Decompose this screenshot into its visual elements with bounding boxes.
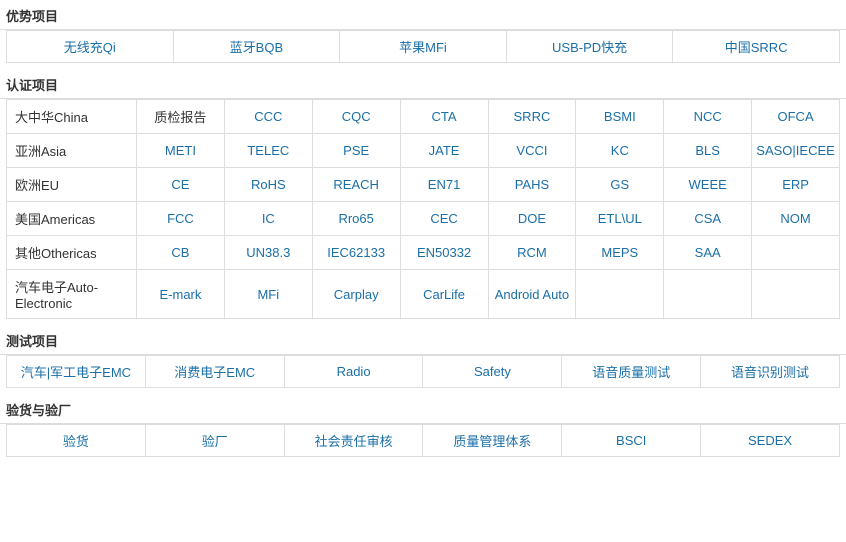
cert-item: SRRC	[489, 100, 577, 133]
cert-item	[752, 236, 839, 269]
advantage-item: 无线充Qi	[7, 31, 174, 62]
inspection-item: 质量管理体系	[423, 425, 562, 456]
cert-item: Rro65	[313, 202, 401, 235]
cert-item: RoHS	[225, 168, 313, 201]
cert-item: FCC	[137, 202, 225, 235]
cert-item: WEEE	[664, 168, 752, 201]
cert-item: CB	[137, 236, 225, 269]
cert-row: 欧洲EUCERoHSREACHEN71PAHSGSWEEEERP	[7, 168, 839, 202]
cert-item: VCCI	[489, 134, 577, 167]
cert-item: OFCA	[752, 100, 839, 133]
cert-item: RCM	[489, 236, 577, 269]
cert-item: NCC	[664, 100, 752, 133]
testing-item: Radio	[285, 356, 424, 387]
cert-item: PSE	[313, 134, 401, 167]
testing-item: 语音质量测试	[562, 356, 701, 387]
cert-item: BLS	[664, 134, 752, 167]
cert-item: JATE	[401, 134, 489, 167]
cert-item	[576, 270, 664, 318]
cert-item: CCC	[225, 100, 313, 133]
cert-item: SAA	[664, 236, 752, 269]
cert-item: DOE	[489, 202, 577, 235]
cert-item: CEC	[401, 202, 489, 235]
cert-item: Android Auto	[489, 270, 577, 318]
certification-table: 大中华China质检报告CCCCQCCTASRRCBSMINCCOFCA亚洲As…	[6, 99, 840, 319]
cert-item: REACH	[313, 168, 401, 201]
cert-item	[664, 270, 752, 318]
cert-item: UN38.3	[225, 236, 313, 269]
testing-item: Safety	[423, 356, 562, 387]
cert-row: 大中华China质检报告CCCCQCCTASRRCBSMINCCOFCA	[7, 100, 839, 134]
cert-row: 美国AmericasFCCICRro65CECDOEETL\ULCSANOM	[7, 202, 839, 236]
inspection-row: 验货验厂社会责任审核质量管理体系BSCISEDEX	[6, 424, 840, 457]
advantage-title: 优势项目	[0, 0, 846, 30]
cert-item: CQC	[313, 100, 401, 133]
cert-item: METI	[137, 134, 225, 167]
cert-region-label: 亚洲Asia	[7, 134, 137, 167]
cert-item: IEC62133	[313, 236, 401, 269]
cert-item: EN71	[401, 168, 489, 201]
testing-title: 测试项目	[0, 325, 846, 355]
cert-item: EN50332	[401, 236, 489, 269]
inspection-item: 验厂	[146, 425, 285, 456]
cert-item: PAHS	[489, 168, 577, 201]
testing-row: 汽车|军工电子EMC消费电子EMCRadioSafety语音质量测试语音识别测试	[6, 355, 840, 388]
cert-item: SASO|IECEE	[752, 134, 839, 167]
testing-item: 语音识别测试	[701, 356, 839, 387]
cert-item: CarLife	[401, 270, 489, 318]
cert-item: TELEC	[225, 134, 313, 167]
certification-title: 认证项目	[0, 69, 846, 99]
advantage-item: USB-PD快充	[507, 31, 674, 62]
testing-item: 汽车|军工电子EMC	[7, 356, 146, 387]
cert-item: Carplay	[313, 270, 401, 318]
inspection-item: 社会责任审核	[285, 425, 424, 456]
cert-item: CE	[137, 168, 225, 201]
cert-region-label: 欧洲EU	[7, 168, 137, 201]
cert-item: IC	[225, 202, 313, 235]
cert-item: CSA	[664, 202, 752, 235]
cert-region-label: 美国Americas	[7, 202, 137, 235]
cert-item: MFi	[225, 270, 313, 318]
advantage-row: 无线充Qi蓝牙BQB苹果MFiUSB-PD快充中国SRRC	[6, 30, 840, 63]
advantage-item: 苹果MFi	[340, 31, 507, 62]
advantage-item: 中国SRRC	[673, 31, 839, 62]
cert-item: ETL\UL	[576, 202, 664, 235]
cert-row: 亚洲AsiaMETITELECPSEJATEVCCIKCBLSSASO|IECE…	[7, 134, 839, 168]
cert-region-label: 其他Othericas	[7, 236, 137, 269]
cert-region-label: 大中华China	[7, 100, 137, 133]
cert-item: NOM	[752, 202, 839, 235]
cert-item: E-mark	[137, 270, 225, 318]
inspection-item: SEDEX	[701, 425, 839, 456]
cert-item: GS	[576, 168, 664, 201]
cert-item	[752, 270, 839, 318]
cert-sublabel: 质检报告	[137, 100, 225, 133]
inspection-item: 验货	[7, 425, 146, 456]
testing-item: 消费电子EMC	[146, 356, 285, 387]
cert-item: KC	[576, 134, 664, 167]
cert-row: 其他OthericasCBUN38.3IEC62133EN50332RCMMEP…	[7, 236, 839, 270]
cert-row: 汽车电子Auto-ElectronicE-markMFiCarplayCarLi…	[7, 270, 839, 318]
cert-item: CTA	[401, 100, 489, 133]
cert-item: BSMI	[576, 100, 664, 133]
cert-item: MEPS	[576, 236, 664, 269]
inspection-title: 验货与验厂	[0, 394, 846, 424]
inspection-item: BSCI	[562, 425, 701, 456]
cert-item: ERP	[752, 168, 839, 201]
advantage-item: 蓝牙BQB	[174, 31, 341, 62]
cert-region-label: 汽车电子Auto-Electronic	[7, 270, 137, 318]
